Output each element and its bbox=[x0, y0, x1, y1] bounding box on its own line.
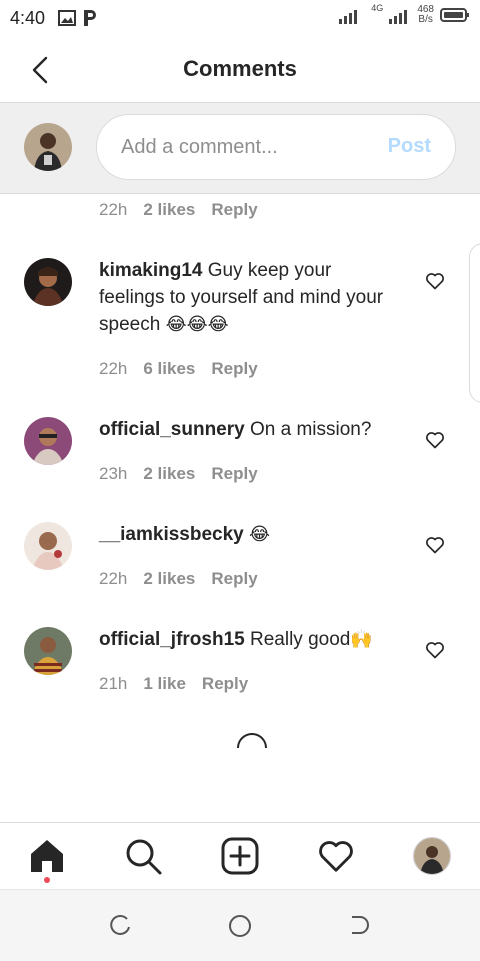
comment-likes[interactable]: 6 likes bbox=[143, 359, 195, 379]
comment-emoji: 😂😂😂 bbox=[165, 314, 229, 334]
system-nav-bar bbox=[0, 889, 480, 961]
comment-likes[interactable]: 1 like bbox=[143, 674, 186, 694]
avatar[interactable] bbox=[24, 522, 72, 570]
status-notification-icons bbox=[58, 9, 98, 27]
system-recents-button[interactable] bbox=[109, 914, 131, 936]
nav-home[interactable] bbox=[28, 837, 66, 875]
comment-username[interactable]: official_jfrosh15 bbox=[99, 629, 245, 650]
comment-text: On a mission? bbox=[250, 419, 372, 440]
comment-emoji: 🙌 bbox=[350, 629, 373, 649]
comment-time: 21h bbox=[99, 674, 128, 693]
comment-meta: 21h 1 like Reply bbox=[99, 674, 248, 694]
side-card-edge bbox=[469, 243, 480, 403]
paytm-p-icon bbox=[84, 10, 96, 26]
profile-avatar[interactable] bbox=[413, 837, 451, 875]
nav-activity[interactable] bbox=[317, 837, 355, 875]
comment-time: 22h bbox=[99, 569, 128, 588]
bottom-nav bbox=[0, 822, 480, 889]
comment-body: kimaking14 Guy keep your feelings to you… bbox=[99, 257, 399, 338]
page-title: Comments bbox=[183, 56, 297, 81]
recents-icon bbox=[110, 914, 130, 935]
avatar[interactable] bbox=[24, 417, 72, 465]
status-right-group: 4G 468 B/s bbox=[339, 3, 470, 25]
comment-body: official_jfrosh15 Really good🙌 bbox=[99, 626, 399, 653]
signal-icon bbox=[339, 10, 358, 24]
comment-input-box[interactable]: Post bbox=[96, 114, 456, 180]
home-icon bbox=[31, 840, 63, 872]
current-user-avatar bbox=[24, 123, 72, 171]
comment-text: Really good bbox=[250, 629, 351, 650]
like-heart-icon[interactable] bbox=[425, 640, 445, 660]
loading-spinner-icon bbox=[237, 733, 267, 749]
network-speed: 468 B/s bbox=[417, 5, 434, 25]
comment-meta: 22h 2 likes Reply bbox=[99, 569, 258, 589]
new-post-icon bbox=[221, 837, 259, 875]
nav-search[interactable] bbox=[124, 837, 162, 875]
gallery-icon bbox=[58, 10, 76, 26]
comment-username[interactable]: kimaking14 bbox=[99, 260, 203, 281]
post-button[interactable]: Post bbox=[388, 135, 431, 158]
comment-emoji: 😂 bbox=[249, 524, 271, 544]
comment-meta: 22h 6 likes Reply bbox=[99, 359, 258, 379]
comment-likes[interactable]: 2 likes bbox=[143, 200, 195, 220]
like-heart-icon[interactable] bbox=[425, 535, 445, 555]
reply-button[interactable]: Reply bbox=[211, 569, 257, 589]
signal-icon-2 bbox=[389, 10, 408, 24]
comment-composer: Post bbox=[0, 103, 480, 194]
comment-body: __iamkissbecky 😂 bbox=[99, 521, 399, 548]
system-back-button[interactable] bbox=[348, 914, 370, 936]
status-time: 4:40 bbox=[10, 8, 46, 28]
comment-time: 22h bbox=[99, 200, 128, 219]
comment-likes[interactable]: 2 likes bbox=[143, 464, 195, 484]
system-home-button[interactable] bbox=[228, 914, 251, 937]
avatar[interactable] bbox=[24, 627, 72, 675]
comment-body: official_sunnery On a mission? bbox=[99, 416, 399, 443]
search-icon bbox=[126, 839, 162, 875]
notification-dot bbox=[44, 877, 50, 883]
like-heart-icon[interactable] bbox=[425, 271, 445, 291]
status-bar: 4:40 4G 468 B/s bbox=[0, 0, 480, 36]
network-type: 4G bbox=[371, 3, 384, 13]
reply-button[interactable]: Reply bbox=[202, 674, 248, 694]
previous-comment-meta: 22h 2 likes Reply bbox=[99, 200, 258, 220]
comment-time: 22h bbox=[99, 359, 128, 378]
comment-meta: 23h 2 likes Reply bbox=[99, 464, 258, 484]
reply-button[interactable]: Reply bbox=[211, 359, 257, 379]
comment-time: 23h bbox=[99, 464, 128, 483]
header: Comments bbox=[0, 36, 480, 103]
back-icon bbox=[352, 916, 369, 934]
comment-username[interactable]: official_sunnery bbox=[99, 419, 245, 440]
comment-username[interactable]: __iamkissbecky bbox=[99, 524, 244, 545]
battery-icon bbox=[440, 8, 469, 22]
speed-unit: B/s bbox=[418, 14, 433, 25]
reply-button[interactable]: Reply bbox=[211, 464, 257, 484]
like-heart-icon[interactable] bbox=[425, 430, 445, 450]
comment-likes[interactable]: 2 likes bbox=[143, 569, 195, 589]
nav-new-post[interactable] bbox=[221, 837, 259, 875]
activity-heart-icon bbox=[319, 841, 353, 872]
reply-button[interactable]: Reply bbox=[211, 200, 257, 220]
home-circle-icon bbox=[229, 915, 251, 937]
avatar[interactable] bbox=[24, 258, 72, 306]
comment-input[interactable] bbox=[121, 133, 361, 161]
